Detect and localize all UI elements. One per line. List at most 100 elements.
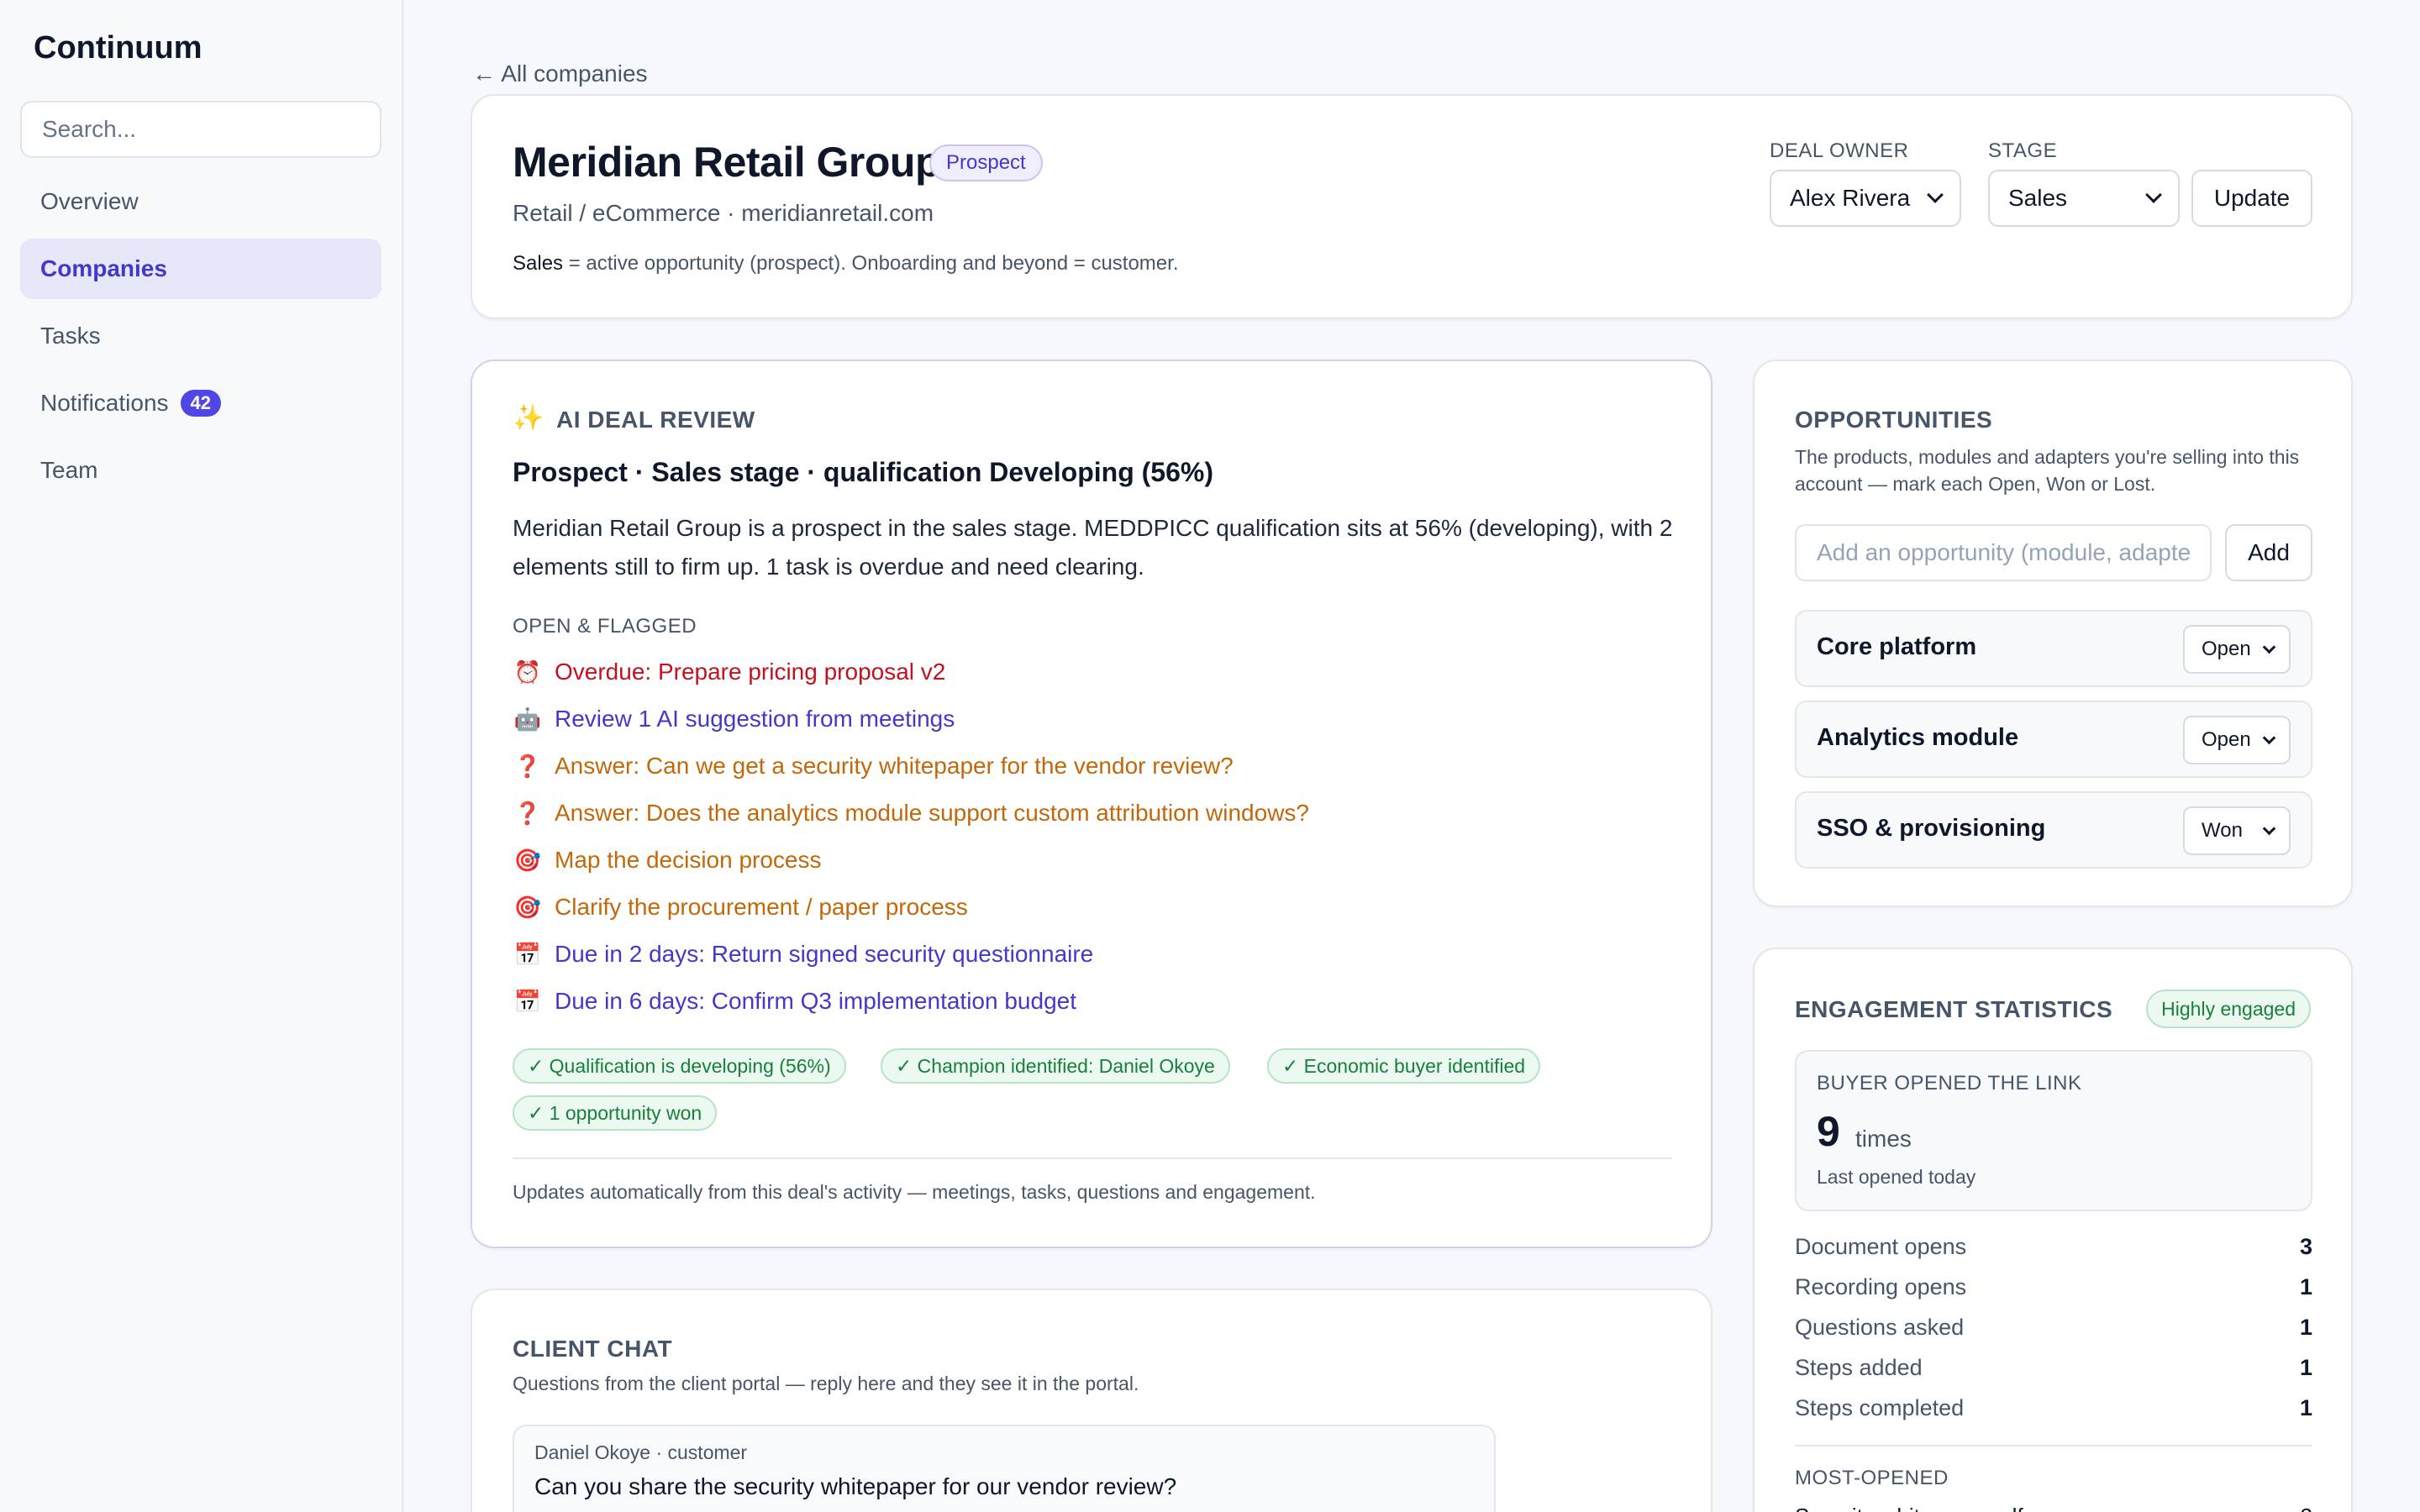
- flag-item[interactable]: 🤖 Review 1 AI suggestion from meetings: [513, 702, 955, 736]
- flag-text: Answer: Does the analytics module suppor…: [555, 800, 1309, 826]
- most-opened-count: 2: [2301, 1504, 2312, 1512]
- stat-value: 1: [2299, 1314, 2312, 1340]
- client-chat-card: CLIENT CHAT Questions from the client po…: [471, 1289, 1712, 1512]
- status-chip: ✓ Economic buyer identified: [1267, 1048, 1541, 1084]
- status-chip: ✓ Qualification is developing (56%): [513, 1048, 846, 1084]
- stat-label: Recording opens: [1795, 1273, 1967, 1299]
- company-name: Meridian Retail Group: [513, 139, 941, 186]
- chevron-down-icon: [2262, 731, 2276, 744]
- sidebar-item-label: Overview: [40, 188, 139, 214]
- flag-text: Due in 6 days: Confirm Q3 implementation…: [555, 988, 1076, 1014]
- sidebar: Continuum Overview Companies Tasks Notif…: [0, 0, 403, 1512]
- ai-deal-review-card: ✨ AI DEAL REVIEW Prospect · Sales stage …: [471, 360, 1712, 1248]
- add-opportunity-button[interactable]: Add: [2225, 524, 2312, 581]
- sidebar-item-label: Tasks: [40, 323, 101, 349]
- divider: [513, 1158, 1672, 1159]
- flag-text: Map the decision process: [555, 847, 822, 873]
- opportunity-status-value: Open: [2202, 638, 2251, 660]
- opportunity-row: SSO & provisioning Won: [1795, 791, 2312, 869]
- opportunity-status-select[interactable]: Open: [2183, 625, 2291, 674]
- stage-value: Sales: [2008, 185, 2068, 211]
- alarm-clock-icon: ⏰: [513, 659, 542, 685]
- sidebar-item-label: Companies: [40, 255, 167, 281]
- engagement-title: ENGAGEMENT STATISTICS: [1795, 996, 2113, 1022]
- opportunity-status-select[interactable]: Won: [2183, 806, 2291, 855]
- flag-item[interactable]: ⏰ Overdue: Prepare pricing proposal v2: [513, 655, 946, 689]
- sparkles-icon: ✨: [513, 404, 544, 432]
- most-opened-name: Security-whitepaper.pdf: [1795, 1504, 2023, 1512]
- engagement-badge: Highly engaged: [2146, 990, 2311, 1028]
- question-icon: ❓: [513, 753, 542, 779]
- ai-review-summary: Meridian Retail Group is a prospect in t…: [513, 515, 1673, 580]
- calendar-icon: 📅: [513, 988, 542, 1014]
- robot-icon: 🤖: [513, 706, 542, 732]
- opportunities-description: The products, modules and adapters you'r…: [1795, 446, 2300, 495]
- flag-item[interactable]: 📅 Due in 6 days: Confirm Q3 implementati…: [513, 984, 1076, 1018]
- notification-count-badge: 42: [180, 390, 221, 417]
- flag-item[interactable]: 🎯 Map the decision process: [513, 843, 822, 877]
- chevron-down-icon: [2145, 186, 2162, 203]
- chevron-down-icon: [2262, 640, 2276, 654]
- back-to-companies-link[interactable]: ← All companies: [472, 60, 648, 87]
- status-chip: ✓ 1 opportunity won: [513, 1095, 718, 1131]
- opportunity-status-select[interactable]: Open: [2183, 716, 2291, 764]
- stage-note-text: = active opportunity (prospect). Onboard…: [563, 252, 1179, 275]
- deal-owner-select[interactable]: Alex Rivera: [1770, 170, 1961, 227]
- client-chat-title: CLIENT CHAT: [513, 1336, 673, 1362]
- stat-row: Document opens 3: [1795, 1230, 2312, 1263]
- flag-item[interactable]: ❓ Answer: Can we get a security whitepap…: [513, 749, 1234, 783]
- stat-label: Steps added: [1795, 1354, 1923, 1380]
- opportunity-row: Analytics module Open: [1795, 701, 2312, 778]
- flag-item[interactable]: ❓ Answer: Does the analytics module supp…: [513, 796, 1309, 830]
- app-logo[interactable]: Continuum: [34, 30, 203, 66]
- buyer-opened-unit: times: [1855, 1126, 1912, 1152]
- sidebar-item-notifications[interactable]: Notifications 42: [20, 373, 381, 433]
- flag-item[interactable]: 🎯 Clarify the procurement / paper proces…: [513, 890, 968, 924]
- most-opened-item[interactable]: Security-whitepaper.pdf 2: [1795, 1504, 2312, 1512]
- opportunity-name: Analytics module: [1817, 724, 2019, 751]
- chevron-down-icon: [2262, 822, 2276, 835]
- opportunity-row: Core platform Open: [1795, 610, 2312, 687]
- stage-note: Sales = active opportunity (prospect). O…: [513, 252, 1178, 276]
- deal-owner-value: Alex Rivera: [1790, 185, 1911, 211]
- status-badge: Prospect: [929, 144, 1043, 181]
- question-icon: ❓: [513, 800, 542, 826]
- stage-select[interactable]: Sales: [1988, 170, 2180, 227]
- last-opened-text: Last opened today: [1817, 1166, 1976, 1188]
- flag-text: Answer: Can we get a security whitepaper…: [555, 753, 1234, 779]
- update-button[interactable]: Update: [2191, 170, 2312, 227]
- opportunities-title: OPPORTUNITIES: [1795, 407, 1993, 433]
- sidebar-item-tasks[interactable]: Tasks: [20, 306, 381, 366]
- target-icon: 🎯: [513, 894, 542, 920]
- sidebar-item-overview[interactable]: Overview: [20, 171, 381, 232]
- stat-row: Recording opens 1: [1795, 1270, 2312, 1304]
- stat-value: 1: [2299, 1394, 2312, 1420]
- stat-label: Steps completed: [1795, 1394, 1965, 1420]
- add-opportunity-input[interactable]: [1795, 524, 2212, 581]
- search-input[interactable]: [20, 101, 381, 158]
- opportunity-name: Core platform: [1817, 633, 1977, 660]
- stat-row: Steps completed 1: [1795, 1391, 2312, 1425]
- opportunity-status-value: Won: [2202, 819, 2243, 842]
- sidebar-item-team[interactable]: Team: [20, 440, 381, 501]
- engagement-statistics-card: ENGAGEMENT STATISTICS Highly engaged BUY…: [1753, 948, 2353, 1512]
- opportunity-name: SSO & provisioning: [1817, 815, 2046, 842]
- ai-review-title: AI DEAL REVIEW: [556, 407, 755, 433]
- buyer-opened-panel: BUYER OPENED THE LINK 9 times Last opene…: [1795, 1050, 2312, 1211]
- stat-label: Questions asked: [1795, 1314, 1965, 1340]
- buyer-opened-label: BUYER OPENED THE LINK: [1817, 1072, 2082, 1095]
- ai-review-headline: Prospect · Sales stage · qualification D…: [513, 457, 1213, 487]
- target-icon: 🎯: [513, 847, 542, 873]
- opportunities-card: OPPORTUNITIES The products, modules and …: [1753, 360, 2353, 907]
- stat-row: Questions asked 1: [1795, 1310, 2312, 1344]
- sidebar-item-companies[interactable]: Companies: [20, 239, 381, 299]
- flag-text: Overdue: Prepare pricing proposal v2: [555, 659, 946, 685]
- flag-item[interactable]: 📅 Due in 2 days: Return signed security …: [513, 937, 1093, 971]
- chat-message-text: Can you share the security whitepaper fo…: [534, 1473, 1177, 1499]
- chat-message: Daniel Okoye · customer Can you share th…: [513, 1425, 1496, 1512]
- divider: [1795, 1445, 2312, 1446]
- ai-review-footnote: Updates automatically from this deal's a…: [513, 1181, 1316, 1203]
- deal-owner-label: DEAL OWNER: [1770, 139, 1909, 162]
- stage-label: STAGE: [1988, 139, 2058, 162]
- opportunity-status-value: Open: [2202, 728, 2251, 751]
